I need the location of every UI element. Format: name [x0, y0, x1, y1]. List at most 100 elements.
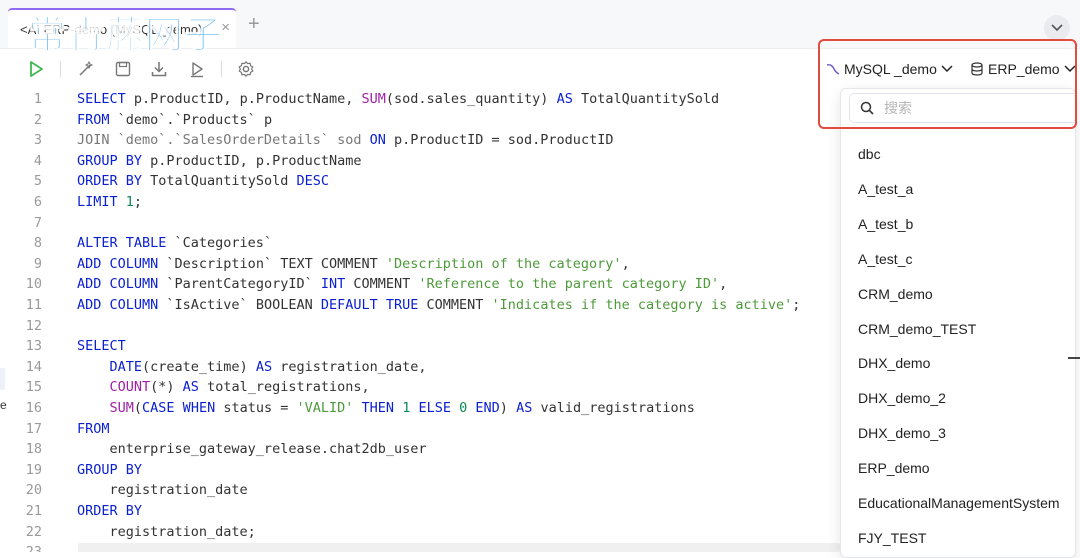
database-option[interactable]: ERP_demo: [858, 460, 930, 476]
line-number: 7: [33, 214, 42, 231]
code-line[interactable]: 12: [0, 316, 840, 337]
code-text: registration_date: [77, 482, 248, 499]
code-line[interactable]: 7: [0, 213, 840, 234]
search-box[interactable]: [849, 93, 1075, 123]
code-line[interactable]: 22 registration_date;: [0, 522, 840, 543]
database-option[interactable]: EducationalManagementSystem: [858, 495, 1060, 511]
sql-editor[interactable]: 1 SELECT p.ProductID, p.ProductName, SUM(…: [0, 88, 840, 552]
download-icon[interactable]: [149, 59, 169, 79]
code-text: SELECT p.ProductID, p.ProductName, SUM(s…: [77, 91, 720, 107]
database-option[interactable]: A_test_c: [858, 251, 912, 267]
database-select[interactable]: ERP_demo: [970, 58, 1076, 80]
line-number: 10: [25, 276, 42, 293]
code-line[interactable]: 5 ORDER BY TotalQuantitySold DESC: [0, 171, 840, 192]
code-text: ORDER BY TotalQuantitySold DESC: [77, 173, 329, 190]
line-number: 21: [25, 503, 42, 519]
code-line[interactable]: 9 ADD COLUMN `Description` TEXT COMMENT '…: [0, 254, 840, 275]
mysql-icon: [826, 64, 840, 75]
chevron-down-icon: [941, 65, 953, 73]
line-number: 22: [25, 523, 42, 540]
database-option[interactable]: DHX_demo_2: [858, 390, 946, 406]
database-option[interactable]: DHX_demo: [858, 355, 930, 371]
line-number: 14: [25, 358, 42, 375]
code-text: LIMIT 1;: [77, 194, 143, 210]
toolbar-divider: [60, 61, 61, 77]
horizontal-scrollbar[interactable]: [78, 543, 840, 552]
database-option[interactable]: DHX_demo_3: [858, 425, 946, 441]
code-text: ORDER BY: [77, 503, 143, 519]
database-option[interactable]: A_test_a: [858, 181, 913, 197]
chevron-down-icon[interactable]: [1044, 15, 1070, 41]
line-number: 1: [33, 91, 42, 107]
code-line[interactable]: 2 FROM `demo`.`Products` p: [0, 110, 840, 131]
database-option[interactable]: CRM_demo: [858, 286, 933, 302]
line-number: 18: [25, 441, 42, 458]
datasource-label: MySQL _demo: [844, 61, 937, 77]
code-line[interactable]: 20 registration_date: [0, 480, 840, 501]
code-line[interactable]: 10 ADD COLUMN `ParentCategoryID` INT COMM…: [0, 274, 840, 295]
code-text: DATE(create_time) AS registration_date,: [109, 358, 427, 375]
code-text: GROUP BY p.ProductID, p.ProductName: [77, 152, 362, 169]
code-line[interactable]: 16 SUM(CASE WHEN status = 'VALID' THEN 1…: [0, 398, 840, 419]
search-input[interactable]: [882, 99, 1066, 117]
code-line[interactable]: 6 LIMIT 1;: [0, 192, 840, 213]
code-text: COUNT(*) AS total_registrations,: [109, 379, 370, 396]
code-line[interactable]: 3 JOIN `demo`.`SalesOrderDetails` sod ON …: [0, 130, 840, 151]
line-number: 8: [33, 235, 42, 252]
code-text: registration_date;: [77, 523, 256, 540]
code-text: GROUP BY: [77, 461, 143, 478]
line-number: 23: [0, 542, 42, 552]
line-number: 19: [25, 461, 42, 478]
toolbar: MySQL _demo ERP_demo: [0, 50, 1080, 88]
database-option[interactable]: A_test_b: [858, 216, 913, 232]
play-icon[interactable]: [26, 59, 46, 79]
toolbar-divider: [221, 61, 222, 77]
code-line[interactable]: 11 ADD COLUMN `IsActive` BOOLEAN DEFAULT …: [0, 295, 840, 316]
code-text: enterprise_gateway_release.chat2db_user: [77, 441, 427, 458]
database-dropdown: dbc A_test_a A_test_b A_test_c CRM_demo CRM_d…: [840, 88, 1076, 558]
line-number: 5: [33, 173, 42, 190]
code-line[interactable]: 8 ALTER TABLE `Categories`: [0, 233, 840, 254]
resize-handle[interactable]: [1068, 357, 1080, 359]
code-text: SELECT: [77, 338, 126, 355]
code-line[interactable]: 13 SELECT: [0, 336, 840, 357]
settings-icon[interactable]: [236, 59, 256, 79]
line-number: 4: [33, 152, 42, 169]
chevron-down-icon: [1064, 65, 1076, 73]
add-tab-icon[interactable]: +: [248, 14, 260, 34]
code-line[interactable]: 14 DATE(create_time) AS registration_dat…: [0, 357, 840, 378]
code-text: JOIN `demo`.`SalesOrderDetails` sod ON p…: [77, 132, 614, 149]
code-line[interactable]: 19 GROUP BY: [0, 460, 840, 481]
datasource-select[interactable]: MySQL _demo: [826, 58, 953, 80]
code-text: ADD COLUMN `IsActive` BOOLEAN DEFAULT TR…: [77, 297, 801, 313]
code-line[interactable]: 15 COUNT(*) AS total_registrations,: [0, 377, 840, 398]
database-option[interactable]: CRM_demo_TEST: [858, 321, 976, 337]
line-number: 12: [25, 317, 42, 334]
line-number: 13: [25, 338, 42, 355]
line-number: 2: [33, 111, 42, 128]
code-text: ALTER TABLE `Categories`: [77, 235, 273, 252]
database-option[interactable]: dbc: [858, 146, 881, 162]
line-number: 3: [33, 132, 42, 149]
code-text: FROM `demo`.`Products` p: [77, 111, 273, 128]
line-number: 6: [33, 194, 42, 210]
line-number: 9: [33, 255, 42, 272]
save-icon[interactable]: [113, 59, 133, 79]
code-line[interactable]: 18 enterprise_gateway_release.chat2db_us…: [0, 439, 840, 460]
code-line[interactable]: 1 SELECT p.ProductID, p.ProductName, SUM(…: [0, 89, 840, 110]
database-option[interactable]: FJY_TEST: [858, 530, 926, 546]
line-number: 11: [25, 297, 42, 313]
code-text: ADD COLUMN `Description` TEXT COMMENT 'D…: [77, 255, 630, 272]
database-label: ERP_demo: [988, 61, 1060, 77]
magic-wand-icon[interactable]: [76, 59, 96, 79]
line-number: 16: [25, 400, 42, 416]
code-line[interactable]: 21 ORDER BY: [0, 501, 840, 522]
search-icon: [860, 101, 874, 115]
run-outline-icon[interactable]: [187, 59, 207, 79]
code-text: ADD COLUMN `ParentCategoryID` INT COMMEN…: [77, 276, 728, 293]
code-line[interactable]: 17 FROM: [0, 419, 840, 440]
database-icon: [971, 62, 983, 76]
code-text: FROM: [77, 420, 110, 437]
line-number: 15: [25, 379, 42, 396]
code-line[interactable]: 4 GROUP BY p.ProductID, p.ProductName: [0, 151, 840, 172]
